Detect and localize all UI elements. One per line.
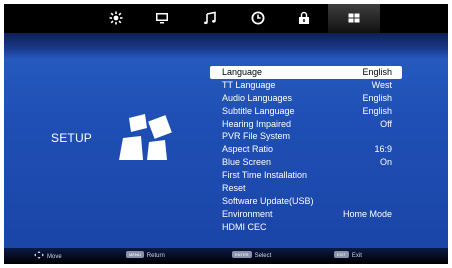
hint-select-label: Select [254,253,272,259]
menu-item-value: English [362,105,392,116]
menu-item-label: Software Update(USB) [222,195,314,206]
bottom-hint-bar: Move MENU Return ENTER Select EXIT Exit [4,248,448,264]
music-note-icon[interactable] [202,10,218,26]
hint-move-label: Move [47,254,62,260]
menu-item-label: Environment [222,208,273,219]
menu-item-aspect-ratio[interactable]: Aspect Ratio 16:9 [210,143,402,156]
menu-item-value: 16:9 [374,144,392,155]
menu-item-value: Home Mode [342,208,392,219]
menu-item-language[interactable]: Language English [210,66,402,79]
menu-item-label: Subtitle Language [222,105,295,116]
tv-setup-screen: SETUP Language English TT Language West … [4,4,448,264]
menu-item-label: Hearing Impaired [222,118,292,129]
menu-item-value: English [362,67,392,77]
lock-icon[interactable] [296,10,312,26]
move-arrows-icon [34,251,44,259]
menu-item-label: Reset [222,183,246,194]
top-menu-bar [4,4,448,33]
menu-item-value: English [362,92,392,103]
menu-item-hearing-impaired[interactable]: Hearing Impaired Off [210,118,402,131]
tv-channel-icon[interactable] [154,10,170,26]
menu-key-badge: MENU [126,251,144,258]
menu-item-label: HDMI CEC [222,221,267,232]
setup-menu-list: Language English TT Language West Audio … [210,66,402,234]
hint-exit: EXIT Exit [334,251,362,261]
menu-item-tt-language[interactable]: TT Language West [210,79,402,92]
menu-item-value: On [379,157,392,168]
topbar-shadow [4,33,448,59]
setup-logo-icon [115,112,175,169]
hint-move: Move [34,251,62,261]
menu-item-label: TT Language [222,79,276,90]
menu-item-software-update[interactable]: Software Update(USB) [210,195,402,208]
menu-item-label: Language [222,67,263,77]
menu-item-label: Blue Screen [222,157,272,168]
hint-select: ENTER Select [232,251,271,261]
menu-item-value: West [371,79,392,90]
menu-item-first-time-installation[interactable]: First Time Installation [210,169,402,182]
menu-item-label: PVR File System [222,131,291,142]
picture-icon[interactable] [108,10,124,26]
exit-key-badge: EXIT [334,251,349,258]
menu-item-audio-languages[interactable]: Audio Languages English [210,92,402,105]
setup-grid-icon[interactable] [346,10,362,26]
page-title: SETUP [51,131,93,145]
menu-item-subtitle-language[interactable]: Subtitle Language English [210,105,402,118]
menu-item-environment[interactable]: Environment Home Mode [210,208,402,221]
menu-item-label: Aspect Ratio [222,144,274,155]
menu-item-pvr-file-system[interactable]: PVR File System [210,130,402,143]
hint-exit-label: Exit [351,253,362,259]
clock-icon[interactable] [250,10,266,26]
menu-item-blue-screen[interactable]: Blue Screen On [210,156,402,169]
enter-key-badge: ENTER [232,251,252,258]
menu-item-value: Off [380,118,392,129]
menu-item-label: First Time Installation [222,170,308,181]
menu-item-label: Audio Languages [222,92,293,103]
menu-item-reset[interactable]: Reset [210,182,402,195]
menu-item-hdmi-cec[interactable]: HDMI CEC [210,221,402,234]
hint-return-label: Return [146,253,165,259]
hint-return: MENU Return [126,251,165,261]
